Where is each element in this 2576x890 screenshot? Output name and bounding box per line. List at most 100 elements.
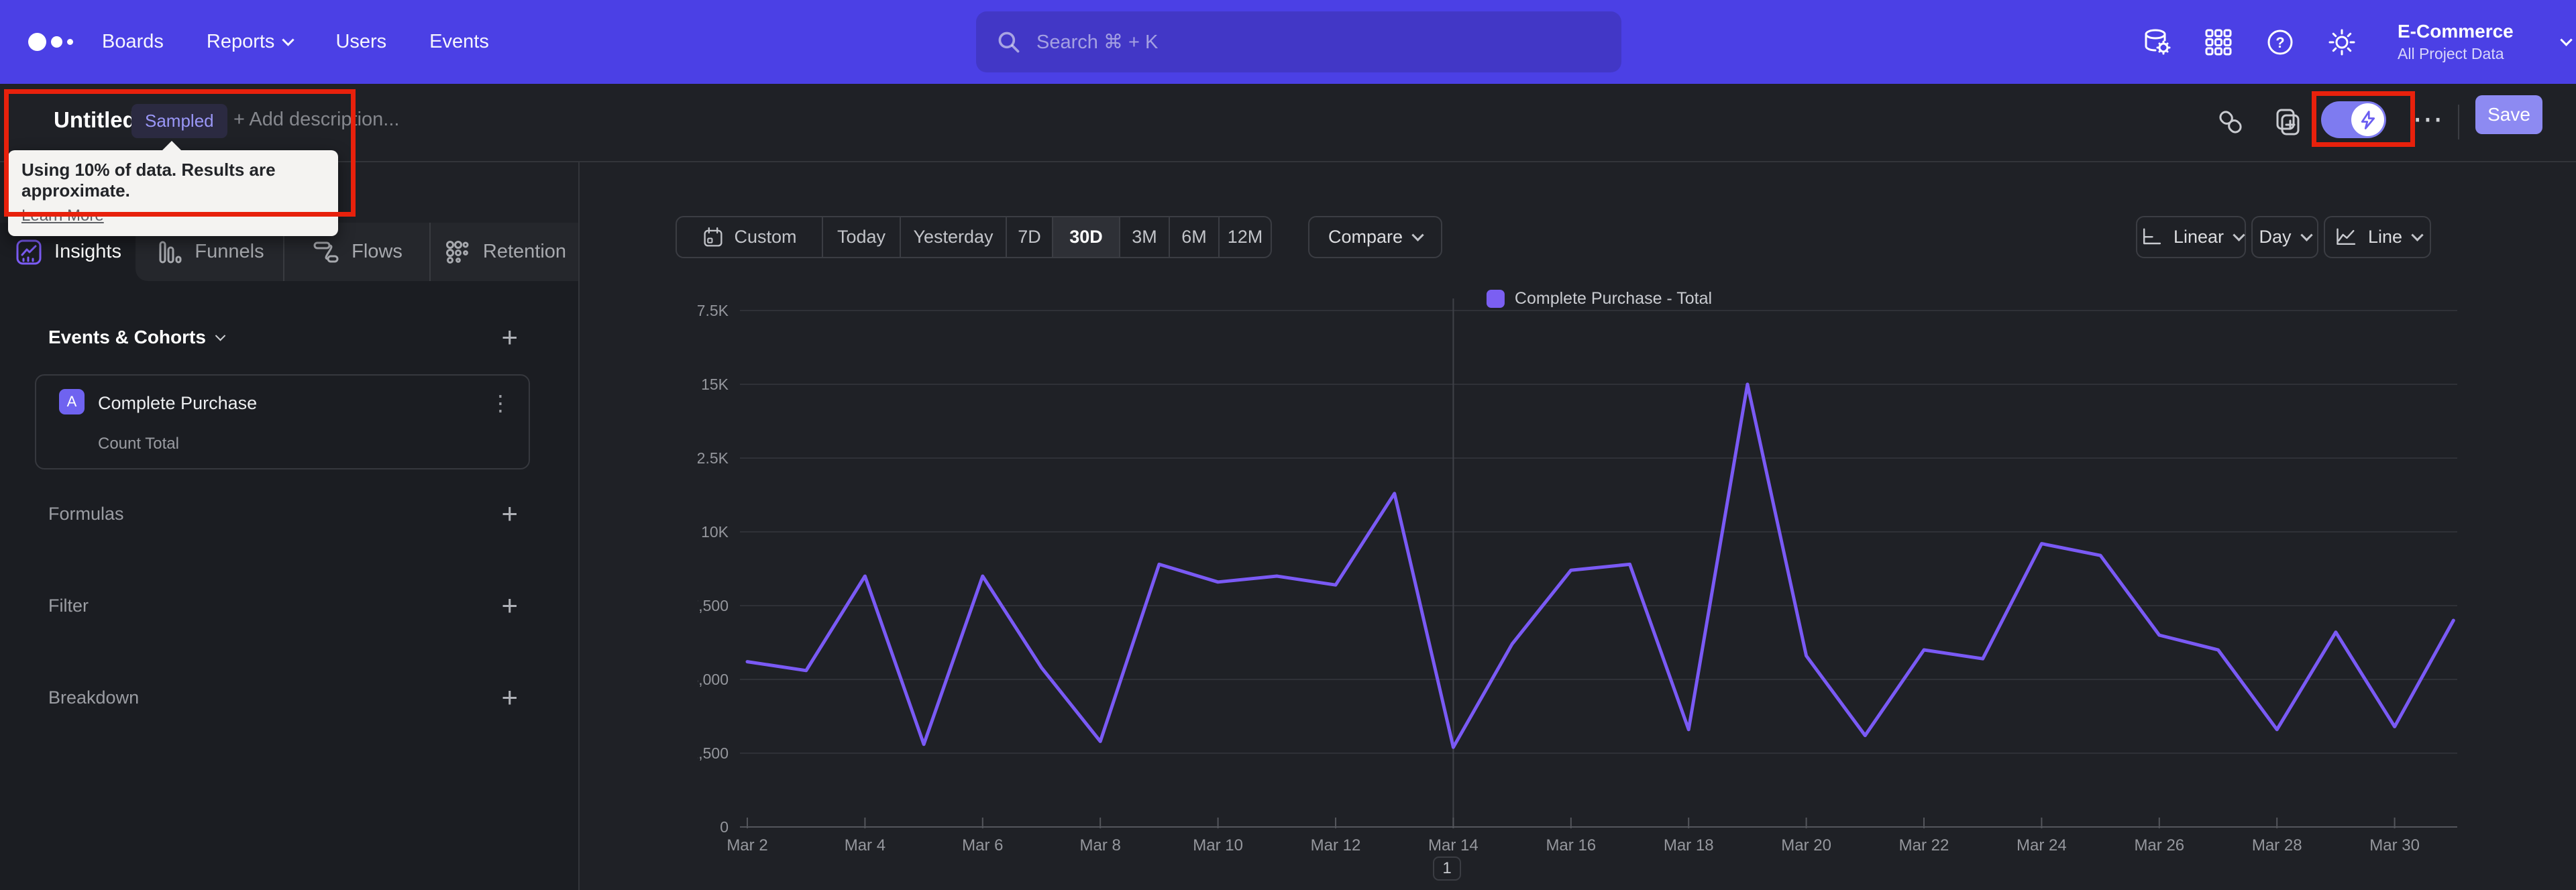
range-label: 12M xyxy=(1227,227,1263,247)
settings-gear-icon[interactable] xyxy=(2326,27,2357,58)
range-label: 30D xyxy=(1069,227,1103,247)
x-axis-label: Mar 12 xyxy=(1311,836,1361,854)
linear-scale-icon xyxy=(2143,228,2161,244)
event-metric[interactable]: Count Total xyxy=(98,435,179,453)
chevron-down-icon xyxy=(215,330,226,341)
date-range-selector: Custom Today Yesterday 7D 30D 3M 6M 12M xyxy=(676,216,1272,258)
add-filter-button[interactable]: + xyxy=(501,592,518,620)
chevron-down-icon[interactable] xyxy=(2560,34,2573,46)
range-6m[interactable]: 6M xyxy=(1169,217,1218,257)
titlebar-vertical-divider xyxy=(2458,105,2459,140)
x-axis-label: Mar 4 xyxy=(845,836,885,854)
learn-more-link[interactable]: Learn More xyxy=(21,207,104,225)
x-axis-label: Mar 24 xyxy=(2017,836,2067,854)
help-icon[interactable]: ? xyxy=(2265,27,2296,58)
x-axis-label: Mar 18 xyxy=(1664,836,1714,854)
share-link-icon[interactable] xyxy=(2216,107,2245,137)
sidebar-group-breakdown: Breakdown + xyxy=(48,683,518,712)
range-12m[interactable]: 12M xyxy=(1218,217,1271,257)
calendar-icon xyxy=(704,227,723,247)
event-card[interactable]: A Complete Purchase ⋮ Count Total xyxy=(35,374,530,469)
add-breakdown-button[interactable]: + xyxy=(501,683,518,712)
x-axis-label: Mar 10 xyxy=(1193,836,1243,854)
range-label: 6M xyxy=(1181,227,1207,247)
y-axis-label: 5,000 xyxy=(698,671,729,688)
mixpanel-insights-app: Boards Reports Users Events Search ⌘ + K xyxy=(0,0,2576,890)
scale-dropdown[interactable]: Linear xyxy=(2136,216,2246,258)
tab-label: Funnels xyxy=(195,241,264,262)
chart-type-dropdown[interactable]: Line xyxy=(2324,216,2431,258)
range-30d[interactable]: 30D xyxy=(1052,217,1119,257)
x-axis-label: Mar 2 xyxy=(727,836,767,854)
range-3m[interactable]: 3M xyxy=(1119,217,1169,257)
range-custom[interactable]: Custom xyxy=(677,217,822,257)
range-today[interactable]: Today xyxy=(822,217,900,257)
y-axis-label: 2,500 xyxy=(698,744,729,762)
data-series-line[interactable] xyxy=(745,382,2455,749)
range-label: 7D xyxy=(1018,227,1041,247)
search-input[interactable]: Search ⌘ + K xyxy=(976,11,1621,72)
add-description-field[interactable]: + Add description... xyxy=(233,109,399,131)
interval-label: Day xyxy=(2259,227,2292,247)
sidebar-divider xyxy=(578,162,580,890)
compare-button[interactable]: Compare xyxy=(1308,216,1442,258)
x-axis-label: Mar 26 xyxy=(2134,836,2184,854)
interval-dropdown[interactable]: Day xyxy=(2251,216,2318,258)
tab-retention[interactable]: Retention xyxy=(429,223,578,281)
tab-label: Flows xyxy=(352,241,402,262)
chevron-down-icon xyxy=(2233,229,2245,241)
nav-item-label: Events xyxy=(429,31,489,52)
group-label: Formulas xyxy=(48,503,124,524)
line-chart[interactable]: 0 2,500 5,000 7,500 10K 12.5K 15K 17.5K Mar 2 Mar… xyxy=(698,285,2482,889)
nav-item-label: Users xyxy=(335,31,387,52)
range-yesterday[interactable]: Yesterday xyxy=(900,217,1006,257)
sampling-toggle-knob xyxy=(2351,103,2384,136)
pagination-page-1[interactable]: 1 xyxy=(1433,856,1461,881)
data-management-icon[interactable] xyxy=(2141,27,2172,58)
chevron-down-icon xyxy=(1411,229,1424,241)
range-7d[interactable]: 7D xyxy=(1006,217,1052,257)
sidebar-group-filter: Filter + xyxy=(48,592,518,620)
project-selector[interactable]: E-Commerce All Project Data xyxy=(2398,21,2514,63)
event-letter-badge: A xyxy=(59,389,85,414)
sampling-toggle[interactable] xyxy=(2321,101,2386,138)
sampled-badge[interactable]: Sampled xyxy=(131,104,227,138)
nav-item-label: Boards xyxy=(102,31,164,52)
x-axis-label: Mar 22 xyxy=(1899,836,1949,854)
nav-item-events[interactable]: Events xyxy=(429,31,489,53)
report-title[interactable]: Untitled xyxy=(54,107,136,133)
y-axis-label: 15K xyxy=(701,376,729,393)
chevron-down-icon xyxy=(282,34,295,46)
nav-item-reports[interactable]: Reports xyxy=(207,31,295,53)
apps-grid-icon[interactable] xyxy=(2203,27,2234,58)
events-cohorts-label: Events & Cohorts xyxy=(48,327,206,347)
save-button[interactable]: Save xyxy=(2475,95,2542,134)
range-label: 3M xyxy=(1132,227,1157,247)
mixpanel-logo-icon[interactable] xyxy=(28,0,73,84)
y-axis-label: 7,500 xyxy=(698,597,729,614)
project-name: E-Commerce xyxy=(2398,21,2514,42)
tab-label: Retention xyxy=(482,241,567,262)
nav-item-boards[interactable]: Boards xyxy=(102,31,164,53)
retention-icon xyxy=(445,240,469,264)
events-cohorts-title[interactable]: Events & Cohorts xyxy=(48,327,226,348)
more-options-button[interactable]: ⋯ xyxy=(2412,101,2445,137)
event-kebab-menu[interactable]: ⋮ xyxy=(490,390,511,416)
x-axis-label: Mar 20 xyxy=(1781,836,1831,854)
range-label: Custom xyxy=(734,227,797,247)
chart-legend[interactable]: Complete Purchase - Total xyxy=(1486,289,1712,309)
insights-icon xyxy=(16,239,42,264)
add-event-button[interactable]: + xyxy=(501,323,518,351)
chart-type-label: Line xyxy=(2367,227,2403,247)
x-axis-label: Mar 8 xyxy=(1080,836,1121,854)
compare-label: Compare xyxy=(1328,227,1403,247)
add-to-board-icon[interactable] xyxy=(2273,107,2302,137)
nav-item-users[interactable]: Users xyxy=(335,31,386,53)
add-formulas-button[interactable]: + xyxy=(501,500,518,528)
x-axis-label: Mar 6 xyxy=(962,836,1003,854)
query-sidebar xyxy=(0,223,578,890)
legend-swatch-icon xyxy=(1486,290,1505,308)
events-cohorts-header: Events & Cohorts + xyxy=(48,323,518,351)
y-axis-label: 0 xyxy=(720,818,729,836)
scale-label: Linear xyxy=(2173,227,2224,247)
